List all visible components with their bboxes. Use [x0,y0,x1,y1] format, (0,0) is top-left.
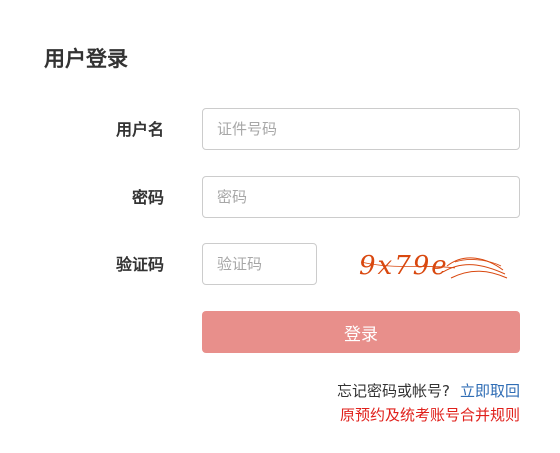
captcha-label: 验证码 [115,255,164,274]
password-input[interactable] [202,176,520,218]
retrieve-link[interactable]: 立即取回 [460,382,520,400]
password-label: 密码 [131,188,164,207]
forgot-question: 忘记密码或帐号? [337,382,450,400]
captcha-text: 9x79e [359,251,449,281]
forgot-row: 忘记密码或帐号? 立即取回 [337,380,520,402]
login-button[interactable]: 登录 [202,311,520,353]
page-title: 用户登录 [44,47,128,71]
captcha-image[interactable]: 9x79e [355,244,511,288]
merge-rules-link[interactable]: 原预约及统考账号合并规则 [340,404,520,426]
username-label: 用户名 [115,120,164,139]
captcha-input[interactable] [202,243,317,285]
username-input[interactable] [202,108,520,150]
